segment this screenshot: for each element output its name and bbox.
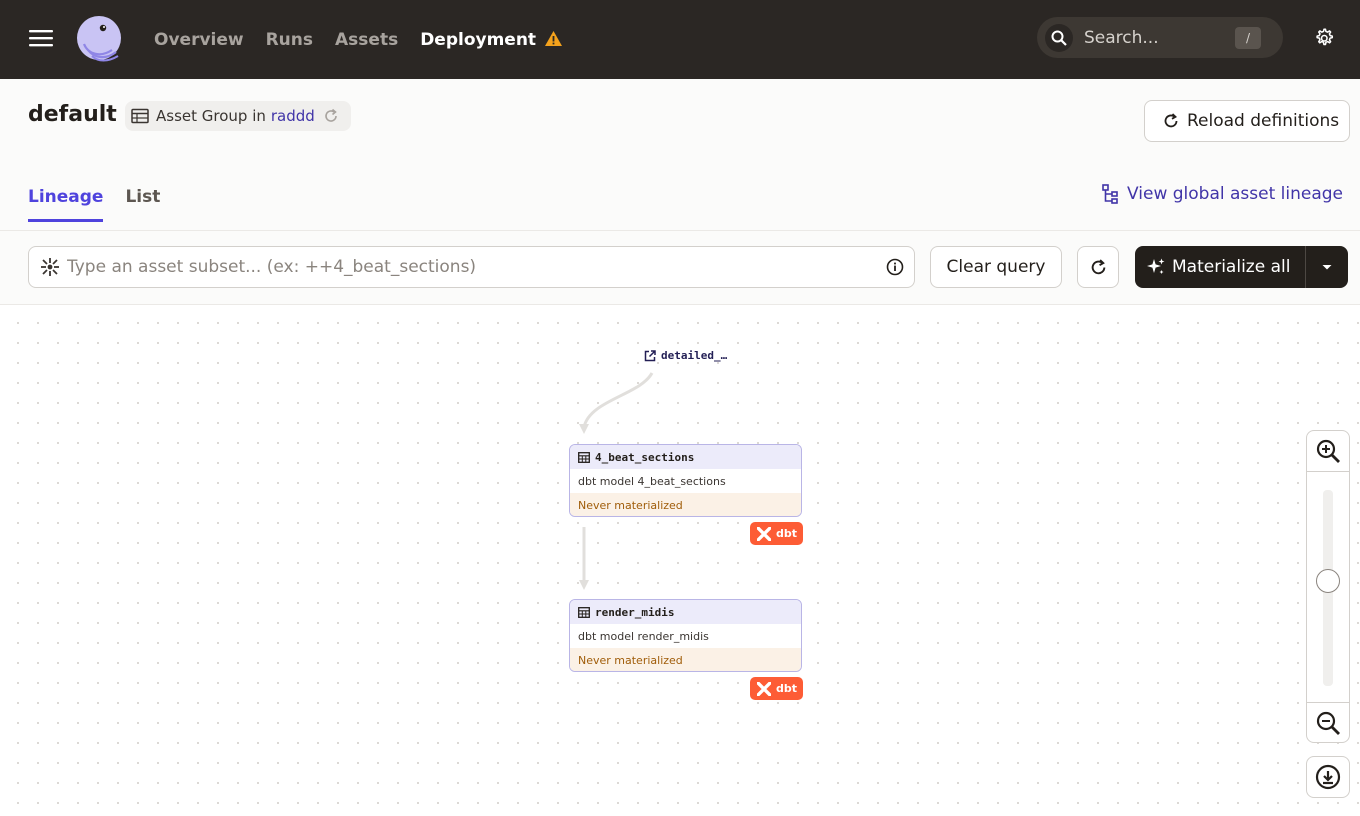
- asset-query-field[interactable]: [28, 246, 915, 288]
- code-location-link[interactable]: raddd: [271, 107, 315, 125]
- nav-runs[interactable]: Runs: [266, 30, 313, 50]
- table-icon: [131, 108, 149, 124]
- zoom-controls: [1306, 430, 1350, 743]
- sparkle-icon: [1147, 258, 1165, 274]
- lineage-graph-canvas[interactable]: detailed_… 4_beat_sections dbt model 4_b…: [0, 305, 1360, 816]
- external-asset-node[interactable]: detailed_…: [644, 349, 727, 362]
- download-button[interactable]: [1306, 756, 1350, 798]
- asset-group-tag: Asset Group in raddd: [125, 101, 351, 131]
- dagster-logo-icon[interactable]: [74, 14, 124, 64]
- asset-group-label: Asset Group in: [156, 107, 266, 125]
- tab-lineage[interactable]: Lineage: [28, 187, 104, 222]
- lineage-toolbar: Clear query Materialize all: [0, 231, 1360, 305]
- materialize-all-button[interactable]: Materialize all: [1135, 246, 1306, 288]
- dbt-icon: [757, 526, 771, 541]
- tab-bar: Lineage List: [28, 187, 160, 222]
- zoom-in-button[interactable]: [1307, 431, 1349, 471]
- view-global-lineage-label: View global asset lineage: [1127, 184, 1344, 204]
- asset-selection-icon: [41, 258, 59, 276]
- edge-arrowhead-2: [579, 580, 589, 590]
- info-icon[interactable]: [886, 258, 904, 276]
- zoom-out-button[interactable]: [1307, 703, 1349, 743]
- dbt-badge-label: dbt: [776, 682, 798, 695]
- caret-down-icon: [1322, 265, 1332, 270]
- page-header: default Asset Group in raddd Reload defi…: [0, 79, 1360, 231]
- search-shortcut-key: /: [1235, 26, 1261, 49]
- search-bar[interactable]: Search... /: [1037, 17, 1283, 58]
- external-asset-name: detailed_…: [661, 349, 728, 362]
- asset-node-header: 4_beat_sections: [570, 445, 801, 469]
- download-icon: [1315, 764, 1341, 790]
- zoom-out-icon: [1316, 711, 1340, 735]
- asset-node-description: dbt model 4_beat_sections: [578, 474, 726, 488]
- nav-deployment-label: Deployment: [420, 29, 537, 50]
- menu-icon[interactable]: [28, 25, 54, 51]
- page-title: default: [28, 102, 117, 127]
- tab-list[interactable]: List: [125, 187, 160, 222]
- table-icon: [578, 606, 590, 618]
- materialize-button-group: Materialize all: [1135, 246, 1348, 288]
- zoom-divider: [1307, 471, 1349, 472]
- dbt-badge: dbt: [750, 522, 803, 545]
- nav-overview[interactable]: Overview: [154, 30, 244, 50]
- asset-node-render-midis[interactable]: render_midis dbt model render_midis Neve…: [569, 599, 802, 672]
- nav-deployment[interactable]: Deployment: [420, 30, 563, 50]
- search-icon: [1045, 23, 1073, 52]
- table-icon: [578, 451, 590, 463]
- refresh-button[interactable]: [1077, 246, 1119, 288]
- materialize-options-button[interactable]: [1306, 246, 1348, 288]
- reload-definitions-label: Reload definitions: [1187, 111, 1340, 131]
- top-nav: Overview Runs Assets Deployment Search..…: [0, 0, 1360, 79]
- zoom-slider-handle[interactable]: [1316, 569, 1340, 593]
- primary-nav: Overview Runs Assets Deployment: [154, 0, 563, 79]
- refresh-icon: [1164, 113, 1178, 128]
- dbt-badge-label: dbt: [776, 527, 798, 540]
- clear-query-button[interactable]: Clear query: [930, 246, 1062, 288]
- edge-arrowhead-1: [579, 424, 589, 434]
- asset-node-description: dbt model render_midis: [578, 629, 709, 643]
- nav-assets[interactable]: Assets: [335, 30, 398, 50]
- asset-node-status: Never materialized: [570, 493, 801, 516]
- materialize-all-label: Materialize all: [1172, 257, 1291, 277]
- dbt-badge: dbt: [750, 677, 803, 700]
- warning-icon: [545, 30, 563, 46]
- asset-node-name: 4_beat_sections: [595, 450, 695, 464]
- asset-node-header: render_midis: [570, 600, 801, 624]
- asset-query-input[interactable]: [67, 257, 886, 277]
- zoom-in-icon: [1316, 439, 1340, 463]
- external-link-icon: [644, 349, 656, 361]
- search-placeholder: Search...: [1084, 27, 1159, 48]
- reload-definitions-button[interactable]: Reload definitions: [1144, 100, 1350, 142]
- graph-edges: [579, 372, 654, 590]
- view-global-lineage-link[interactable]: View global asset lineage: [1102, 184, 1343, 204]
- refresh-icon: [1091, 258, 1105, 274]
- asset-node-4-beat-sections[interactable]: 4_beat_sections dbt model 4_beat_section…: [569, 444, 802, 517]
- reload-location-icon[interactable]: [323, 108, 339, 124]
- asset-node-name: render_midis: [595, 605, 675, 619]
- edge-external-to-4-beat-sections: [582, 372, 654, 428]
- asset-node-status: Never materialized: [570, 648, 801, 671]
- dbt-icon: [757, 681, 771, 696]
- lineage-icon: [1102, 184, 1118, 204]
- gear-icon[interactable]: [1313, 27, 1335, 49]
